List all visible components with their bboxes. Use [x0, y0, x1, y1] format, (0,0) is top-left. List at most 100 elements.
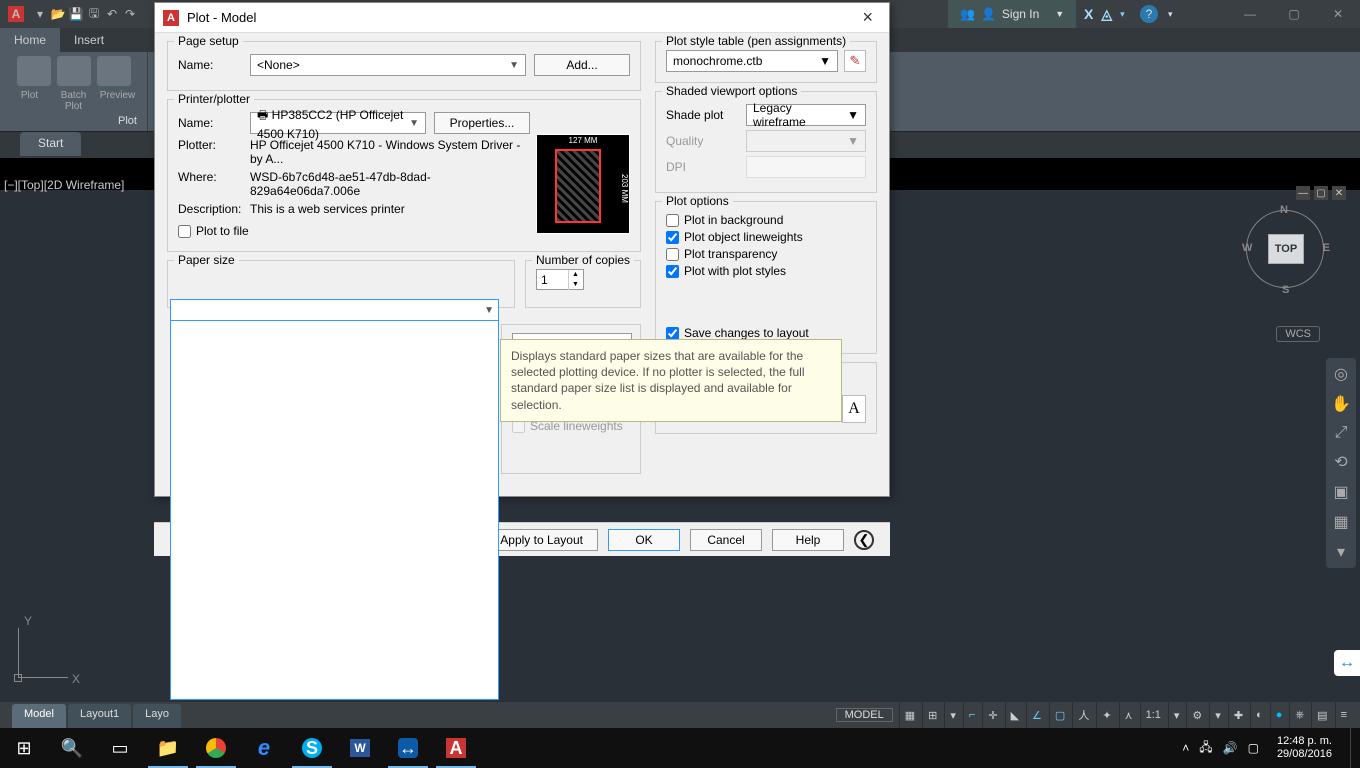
open-icon[interactable]: 📂 [50, 6, 66, 22]
lwt-icon[interactable]: 人 [1072, 702, 1094, 728]
batch-plot-icon[interactable] [57, 56, 91, 86]
hw-icon[interactable]: ● [1270, 702, 1288, 728]
apply-to-layout-button[interactable]: Apply to Layout [485, 529, 598, 551]
new-icon[interactable]: ▾ [32, 6, 48, 22]
viewcube-w[interactable]: W [1242, 242, 1252, 254]
doc-tab-start[interactable]: Start [20, 132, 81, 156]
grid-icon[interactable]: ▦ [899, 702, 920, 728]
opt-lw-check[interactable] [666, 231, 679, 244]
orbit-icon[interactable]: ⟲ [1334, 452, 1347, 472]
help-button[interactable]: Help [772, 529, 844, 551]
exchange-a-icon[interactable]: ◬ [1101, 6, 1112, 23]
osnap-icon[interactable]: ∠ [1026, 702, 1047, 728]
minimize-button[interactable]: — [1228, 0, 1272, 28]
ok-button[interactable]: OK [608, 529, 680, 551]
wheel-icon[interactable]: ◎ [1334, 364, 1348, 384]
plot-style-select[interactable]: monochrome.ctb▼ [666, 50, 838, 72]
polar-icon[interactable]: ✛ [982, 702, 1002, 728]
show-desktop-button[interactable] [1350, 728, 1356, 768]
edit-plot-style-button[interactable]: ✎ [844, 50, 866, 72]
saveas-icon[interactable]: 🖫 [86, 6, 102, 22]
autocad-icon[interactable]: A [432, 728, 480, 768]
teamviewer-icon[interactable]: ↔ [384, 728, 432, 768]
chev-icon[interactable]: ▾ [1168, 9, 1173, 20]
gear-icon[interactable]: ⚙ [1186, 702, 1207, 728]
viewport-label[interactable]: [−][Top][2D Wireframe] [4, 178, 124, 192]
plus-icon[interactable]: ✚ [1228, 702, 1248, 728]
save-icon[interactable]: 💾 [68, 6, 84, 22]
tray-network-icon[interactable]: 🖧 [1199, 738, 1212, 759]
opt-bg-check[interactable] [666, 214, 679, 227]
chrome-icon[interactable] [192, 728, 240, 768]
viewcube[interactable]: TOP N S E W [1240, 204, 1330, 294]
transparency-icon[interactable]: ✦ [1096, 702, 1116, 728]
sc-icon[interactable]: ⋏ [1119, 702, 1138, 728]
help-icon[interactable]: ? [1140, 5, 1158, 23]
customize-icon[interactable]: ≡ [1335, 702, 1352, 728]
ortho-icon[interactable]: ⌐ [963, 702, 980, 728]
printer-name-select[interactable]: 🖶 HP385CC2 (HP Officejet 4500 K710) ▼ [250, 112, 426, 134]
plot-to-file-check[interactable] [178, 225, 191, 238]
viewcube-n[interactable]: N [1280, 204, 1288, 216]
mdi-min-icon[interactable]: — [1296, 186, 1310, 200]
dialog-close-button[interactable]: × [854, 7, 881, 28]
showmotion-icon[interactable]: ▣ [1333, 482, 1348, 502]
tray-chevron-icon[interactable]: ˄ [1182, 741, 1189, 755]
close-button[interactable]: ✕ [1316, 0, 1360, 28]
opt-save-check[interactable] [666, 327, 679, 340]
redo-icon[interactable]: ↷ [122, 6, 138, 22]
viewcube-top[interactable]: TOP [1268, 234, 1304, 264]
tray-volume-icon[interactable]: 🔊 [1223, 741, 1238, 755]
shade-plot-select[interactable]: Legacy wireframe▼ [746, 104, 866, 126]
collapse-button[interactable]: ❮ [854, 530, 874, 550]
nav-more-icon[interactable]: ▦ [1333, 512, 1348, 532]
viewcube-e[interactable]: E [1323, 242, 1330, 254]
start-button[interactable]: ⊞ [0, 728, 48, 768]
clean-icon[interactable]: ▤ [1311, 702, 1332, 728]
search-icon[interactable]: 🔍 [48, 728, 96, 768]
plot-icon[interactable] [17, 56, 51, 86]
add-button[interactable]: Add... [534, 54, 630, 76]
snap-icon[interactable]: ⊞ [922, 702, 942, 728]
ie-icon[interactable]: e [240, 728, 288, 768]
explorer-icon[interactable]: 📁 [144, 728, 192, 768]
spinner-up-icon[interactable]: ▲ [568, 270, 582, 280]
copies-spinner[interactable]: 1 ▲▼ [536, 269, 584, 290]
layout-tab-layout2[interactable]: Layo [133, 704, 181, 728]
nav-chev-icon[interactable]: ▾ [1337, 542, 1345, 562]
opt-trans-check[interactable] [666, 248, 679, 261]
tab-home[interactable]: Home [0, 28, 60, 52]
status-model[interactable]: MODEL [836, 708, 893, 722]
spinner-down-icon[interactable]: ▼ [568, 280, 582, 290]
taskview-icon[interactable]: ▭ [96, 728, 144, 768]
word-icon[interactable]: W [336, 728, 384, 768]
scale-label[interactable]: 1:1 [1140, 702, 1166, 728]
layout-tab-model[interactable]: Model [12, 704, 66, 728]
paper-size-dropdown-list[interactable] [170, 320, 499, 700]
mdi-close-icon[interactable]: ✕ [1332, 186, 1346, 200]
tab-insert[interactable]: Insert [60, 28, 118, 52]
undo-icon[interactable]: ↶ [104, 6, 120, 22]
tray-lang-icon[interactable]: ▢ [1248, 741, 1259, 755]
viewcube-s[interactable]: S [1282, 284, 1289, 296]
clock[interactable]: 12:48 p. m. 29/08/2016 [1269, 735, 1340, 761]
skype-icon[interactable]: S [288, 728, 336, 768]
chev-icon[interactable]: ▾ [1209, 702, 1226, 728]
3dosnap-icon[interactable]: ▢ [1049, 702, 1070, 728]
preview-icon[interactable] [97, 56, 131, 86]
signin-panel[interactable]: 👥 👤 Sign In ▼ [948, 0, 1076, 28]
opt-styles-check[interactable] [666, 265, 679, 278]
qp-icon[interactable]: ◐ [1250, 702, 1268, 728]
teamviewer-badge[interactable]: ↔ [1334, 650, 1360, 676]
exchange-x-icon[interactable]: X [1084, 6, 1093, 22]
iso-icon[interactable]: ⎈ [1289, 702, 1309, 728]
chev-icon[interactable]: ▾ [944, 702, 961, 728]
isoplane-icon[interactable]: ◣ [1005, 702, 1024, 728]
cancel-button[interactable]: Cancel [690, 529, 762, 551]
wcs-badge[interactable]: WCS [1276, 326, 1320, 342]
zoom-extents-icon[interactable]: ⤢ [1335, 424, 1348, 442]
mdi-max-icon[interactable]: ▢ [1314, 186, 1328, 200]
properties-button[interactable]: Properties... [434, 112, 530, 134]
maximize-button[interactable]: ▢ [1272, 0, 1316, 28]
app-icon[interactable]: A [8, 6, 24, 22]
